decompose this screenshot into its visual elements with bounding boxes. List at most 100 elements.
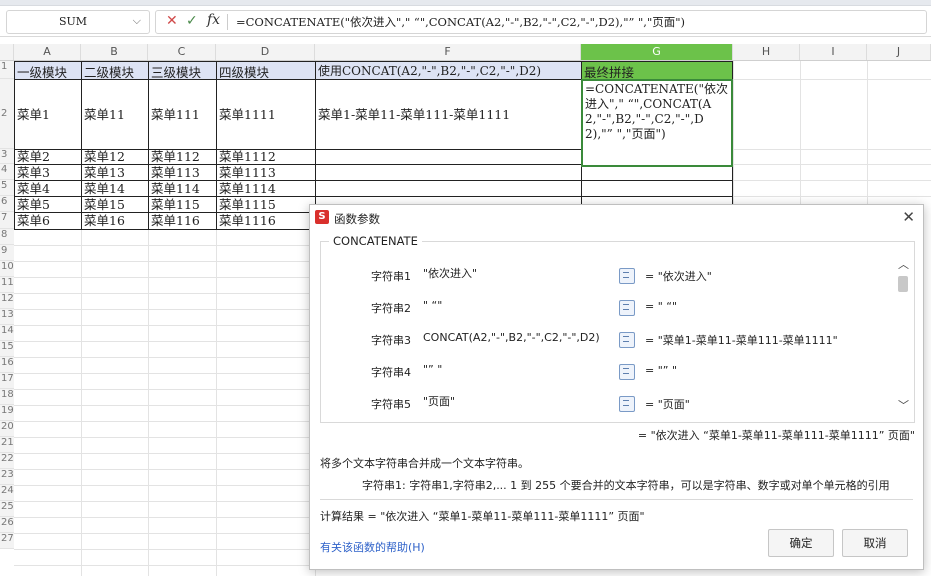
cell-b5[interactable]: 菜单14 [81, 180, 149, 197]
arg-input-2[interactable]: " “" [419, 296, 613, 316]
chevron-down-icon[interactable]: ﹀ [898, 397, 909, 413]
formula-text[interactable]: =CONCATENATE("依次进入"," “",CONCAT(A2,"-",B… [236, 14, 685, 30]
cell-a4[interactable]: 菜单3 [14, 164, 82, 181]
cell-d4[interactable]: 菜单1113 [216, 164, 316, 181]
fx-icon[interactable]: fx [207, 12, 220, 28]
cell-b1[interactable]: 二级模块 [81, 61, 149, 80]
row-header[interactable]: 8 [0, 229, 14, 245]
row-header[interactable]: 13 [0, 309, 14, 325]
cell-c7[interactable]: 菜单116 [148, 212, 217, 230]
cell-f4[interactable] [315, 164, 582, 181]
check-icon[interactable]: ✓ [186, 13, 198, 29]
formula-input[interactable]: ✕ ✓ fx =CONCATENATE("依次进入"," “",CONCAT(A… [155, 10, 927, 34]
close-icon[interactable]: ✕ [902, 208, 915, 226]
row-header[interactable]: 1 [0, 61, 14, 79]
row-header[interactable]: 14 [0, 325, 14, 341]
row-header[interactable]: 21 [0, 437, 14, 453]
cell-f3[interactable] [315, 149, 582, 165]
row-header[interactable]: 3 [0, 149, 14, 164]
cell-c2[interactable]: 菜单111 [148, 79, 217, 150]
row-header[interactable]: 12 [0, 293, 14, 309]
cell-d2[interactable]: 菜单1111 [216, 79, 316, 150]
row-header[interactable]: 22 [0, 453, 14, 469]
arg-input-5[interactable]: "页面" [419, 392, 613, 412]
cell-c5[interactable]: 菜单114 [148, 180, 217, 197]
cell-d6[interactable]: 菜单1115 [216, 196, 316, 213]
cell-reference-icon[interactable] [619, 396, 635, 412]
arg-input-4[interactable]: "” " [419, 360, 613, 380]
close-icon[interactable]: ✕ [166, 13, 178, 29]
cell-f5[interactable] [315, 180, 582, 197]
cell-c6[interactable]: 菜单115 [148, 196, 217, 213]
row-header[interactable]: 10 [0, 261, 14, 277]
cell-b7[interactable]: 菜单16 [81, 212, 149, 230]
cell-a6[interactable]: 菜单5 [14, 196, 82, 213]
cell-d3[interactable]: 菜单1112 [216, 149, 316, 165]
cell-reference-icon[interactable] [619, 268, 635, 284]
row-header[interactable]: 9 [0, 245, 14, 261]
cell-a2[interactable]: 菜单1 [14, 79, 82, 150]
cancel-button[interactable]: 取消 [842, 529, 908, 557]
arguments-scrollbar[interactable]: ︿ ﹀ [894, 252, 912, 417]
arg-input-1[interactable]: "依次进入" [419, 264, 613, 284]
column-header-h[interactable]: H [733, 44, 800, 60]
arg-input-3[interactable]: CONCAT(A2,"-",B2,"-",C2,"-",D2) [419, 328, 613, 348]
column-header-a[interactable]: A [14, 44, 81, 60]
row-header[interactable]: 19 [0, 405, 14, 421]
cell-b4[interactable]: 菜单13 [81, 164, 149, 181]
row-header[interactable]: 26 [0, 517, 14, 533]
cell-f2[interactable]: 菜单1-菜单11-菜单111-菜单1111 [315, 79, 582, 150]
column-header-b[interactable]: B [81, 44, 148, 60]
cell-d5[interactable]: 菜单1114 [216, 180, 316, 197]
select-all-corner[interactable] [0, 44, 14, 60]
cell-c4[interactable]: 菜单113 [148, 164, 217, 181]
row-header[interactable]: 15 [0, 341, 14, 357]
cell-b6[interactable]: 菜单15 [81, 196, 149, 213]
column-header-j[interactable]: J [867, 44, 931, 60]
row-header[interactable]: 5 [0, 180, 14, 196]
row-header[interactable]: 24 [0, 485, 14, 501]
row-header[interactable]: 16 [0, 357, 14, 373]
dialog-titlebar[interactable]: S 函数参数 ✕ [310, 205, 923, 231]
cell-a3[interactable]: 菜单2 [14, 149, 82, 165]
row-header[interactable]: 17 [0, 373, 14, 389]
row-header[interactable]: 18 [0, 389, 14, 405]
cell-d1[interactable]: 四级模块 [216, 61, 316, 80]
cell-g5[interactable] [581, 180, 733, 197]
cell-b3[interactable]: 菜单12 [81, 149, 149, 165]
cell-c3[interactable]: 菜单112 [148, 149, 217, 165]
cell-a7[interactable]: 菜单6 [14, 212, 82, 230]
cell-a5[interactable]: 菜单4 [14, 180, 82, 197]
cell-reference-icon[interactable] [619, 364, 635, 380]
row-header[interactable]: 23 [0, 469, 14, 485]
cell-d7[interactable]: 菜单1116 [216, 212, 316, 230]
column-header-i[interactable]: I [800, 44, 867, 60]
cell-b2[interactable]: 菜单11 [81, 79, 149, 150]
row-header[interactable]: 4 [0, 164, 14, 180]
name-box[interactable]: SUM ⌵ [6, 10, 150, 34]
row-header[interactable]: 7 [0, 212, 14, 229]
column-header-d[interactable]: D [216, 44, 315, 60]
ok-button[interactable]: 确定 [768, 529, 834, 557]
cell-a1[interactable]: 一级模块 [14, 61, 82, 80]
column-header-f[interactable]: F [315, 44, 581, 60]
row-header[interactable]: 11 [0, 277, 14, 293]
argument-description: 字符串1: 字符串1,字符串2,... 1 到 255 个要合并的文本字符串，可… [362, 479, 890, 492]
column-header-c[interactable]: C [148, 44, 216, 60]
row-header[interactable]: 2 [0, 79, 14, 149]
cell-g1[interactable]: 最终拼接 [581, 61, 733, 80]
cell-f1[interactable]: 使用CONCAT(A2,"-",B2,"-",C2,"-",D2) [315, 61, 582, 80]
help-link[interactable]: 有关该函数的帮助(H) [320, 539, 425, 555]
cell-c1[interactable]: 三级模块 [148, 61, 217, 80]
column-header-g[interactable]: G [581, 44, 733, 60]
row-header[interactable]: 25 [0, 501, 14, 517]
row-header[interactable]: 20 [0, 421, 14, 437]
chevron-up-icon[interactable]: ︿ [898, 256, 909, 272]
cell-reference-icon[interactable] [619, 332, 635, 348]
scrollbar-thumb[interactable] [898, 276, 908, 292]
chevron-down-icon[interactable]: ⌵ [133, 14, 141, 28]
row-header[interactable]: 6 [0, 196, 14, 212]
row-header[interactable]: 27 [0, 533, 14, 549]
cell-reference-icon[interactable] [619, 300, 635, 316]
cell-g2-editor[interactable]: =CONCATENATE("依次进入"," “",CONCAT(A2,"-",B… [581, 79, 733, 167]
